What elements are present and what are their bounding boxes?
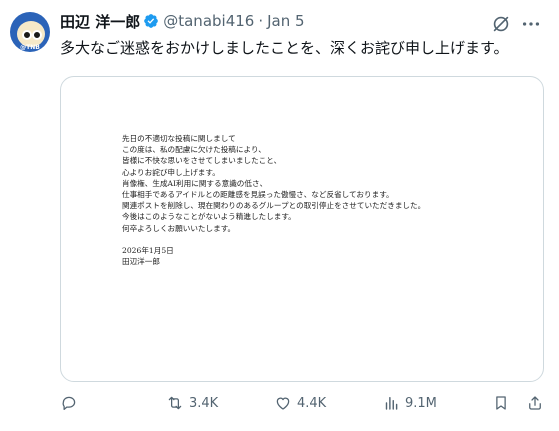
avatar-eye-left [22, 30, 32, 40]
like-count: 4.4K [297, 395, 327, 411]
letter-line: 何卒よろしくお願いいたします。 [122, 223, 236, 233]
bookmark-icon [496, 396, 506, 410]
grok-icon[interactable] [490, 13, 512, 35]
more-icon[interactable] [520, 13, 542, 35]
separator-dot: · [258, 12, 264, 30]
bookmark-button[interactable] [492, 390, 510, 416]
retweet-count: 3.4K [189, 395, 219, 411]
letter-line: 今後はこのようなことがないよう精進したします。 [122, 212, 296, 222]
author-handle[interactable]: @tanabi416 [163, 12, 254, 30]
letter-line: 心よりお詫び申し上げます。 [122, 167, 220, 177]
letter-line: 肖像権、生成AI利用に関する意識の低さ、 [122, 178, 268, 188]
views-button[interactable]: 9.1M [382, 390, 437, 416]
tweet-text: 多大なご迷惑をおかけしましたことを、深くお詫び申し上げます。 [60, 39, 509, 57]
like-icon [276, 397, 290, 410]
post-date[interactable]: Jan 5 [267, 12, 304, 30]
share-button[interactable] [526, 390, 544, 416]
letter-spacer [122, 234, 502, 245]
letter-line: 先日の不適切な投稿に関しまして [122, 134, 236, 143]
avatar[interactable]: @TNB [10, 12, 50, 52]
reply-button[interactable] [60, 390, 83, 416]
tweet[interactable]: @TNB 田辺 洋一郎 @tanabi416 · Jan 5 多大なご迷惑をおか… [0, 0, 559, 431]
retweet-button[interactable]: 3.4K [166, 390, 218, 416]
tweet-header: 田辺 洋一郎 @tanabi416 · Jan 5 [60, 10, 305, 32]
retweet-icon [168, 396, 182, 410]
letter-line: 皆様に不快な思いをさせてしまいましたこと、 [122, 156, 282, 166]
letter-line: 仕事相手であるアイドルとの距離感を見誤った傲慢さ、など反省しております。 [122, 190, 394, 200]
action-bar: 3.4K 4.4K 9.1M [60, 390, 550, 416]
apology-letter: 先日の不適切な投稿に関しまして この度は、私の配慮に欠けた投稿により、 皆様に不… [122, 133, 502, 267]
avatar-eye-right [32, 30, 42, 40]
verified-badge-icon [144, 14, 159, 28]
avatar-tag: @TNB [20, 44, 40, 51]
letter-signature: 田辺洋一郎 [122, 257, 160, 267]
views-icon [385, 397, 398, 410]
letter-line: この度は、私の配慮に欠けた投稿により、 [122, 145, 266, 155]
letter-line: 関連ポストを削除し、現在関わりのあるグループとの取引停止をさせていただきました。 [122, 201, 426, 211]
share-icon [529, 396, 541, 410]
author-name[interactable]: 田辺 洋一郎 [60, 11, 140, 32]
letter-date: 2026年1月5日 [122, 245, 174, 255]
attached-image[interactable]: 先日の不適切な投稿に関しまして この度は、私の配慮に欠けた投稿により、 皆様に不… [60, 76, 544, 382]
reply-icon [62, 396, 76, 411]
views-count: 9.1M [405, 395, 437, 411]
like-button[interactable]: 4.4K [274, 390, 326, 416]
